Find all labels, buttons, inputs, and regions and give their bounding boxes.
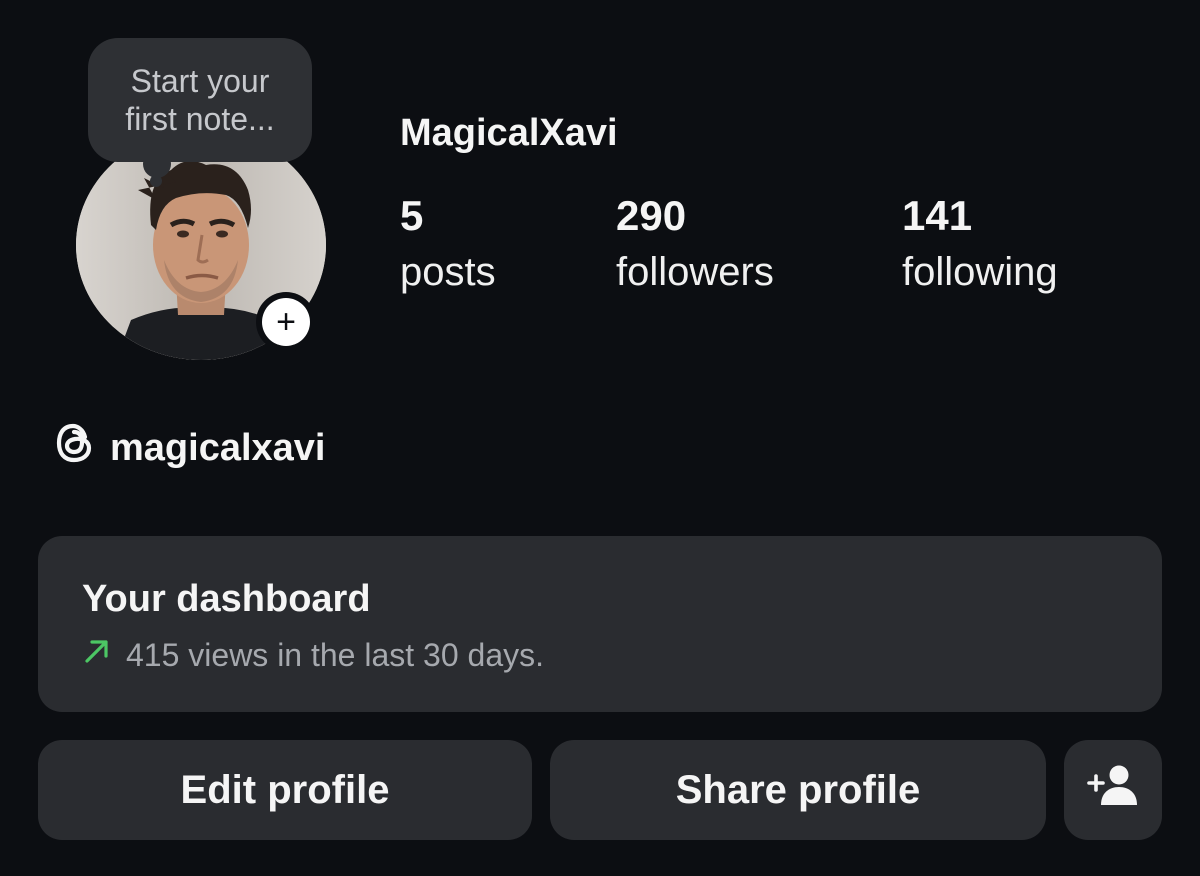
following-label: following: [902, 250, 1058, 294]
note-placeholder-line2: first note...: [125, 101, 275, 137]
note-placeholder-line1: Start your: [130, 63, 270, 99]
posts-count: 5: [400, 192, 424, 239]
edit-profile-label: Edit profile: [180, 767, 390, 812]
edit-profile-button[interactable]: Edit profile: [38, 740, 532, 840]
profile-username: MagicalXavi: [400, 112, 618, 154]
add-person-icon: [1087, 763, 1139, 817]
note-bubble[interactable]: Start your first note...: [88, 38, 312, 162]
posts-label: posts: [400, 250, 496, 294]
threads-profile-link[interactable]: magicalxavi: [52, 420, 325, 476]
share-profile-label: Share profile: [675, 767, 921, 812]
following-count: 141: [902, 192, 973, 239]
arrow-up-right-icon: [82, 636, 112, 674]
followers-count: 290: [616, 192, 687, 239]
discover-people-button[interactable]: [1064, 740, 1162, 840]
profile-avatar-container[interactable]: +: [76, 130, 326, 360]
dashboard-stats: 415 views in the last 30 days.: [82, 636, 544, 674]
threads-handle-text: magicalxavi: [110, 426, 326, 469]
stat-followers[interactable]: 290 followers: [616, 190, 774, 302]
add-story-button[interactable]: +: [256, 292, 316, 352]
threads-logo-icon: [52, 420, 98, 476]
dashboard-title: Your dashboard: [82, 578, 371, 620]
stat-posts[interactable]: 5 posts: [400, 190, 496, 302]
stat-following[interactable]: 141 following: [902, 190, 1058, 302]
note-bubble-tail-small: [150, 175, 162, 187]
followers-label: followers: [616, 250, 774, 294]
dashboard-card[interactable]: Your dashboard 415 views in the last 30 …: [38, 536, 1162, 712]
share-profile-button[interactable]: Share profile: [550, 740, 1046, 840]
dashboard-subtitle: 415 views in the last 30 days.: [126, 636, 545, 673]
plus-icon: +: [262, 298, 310, 346]
